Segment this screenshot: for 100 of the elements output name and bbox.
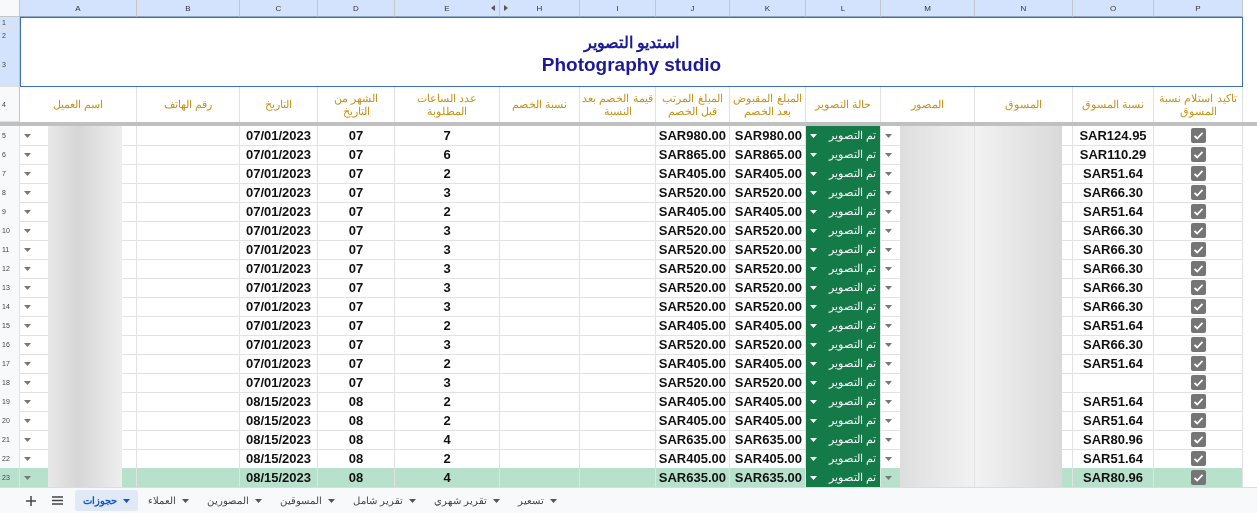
table-cell[interactable] [881, 316, 975, 336]
column-header[interactable]: J [656, 0, 730, 17]
table-cell[interactable] [20, 392, 137, 412]
table-cell[interactable] [881, 278, 975, 298]
caret-icon[interactable] [24, 171, 31, 176]
checkbox[interactable] [1190, 242, 1206, 257]
caret-icon[interactable] [885, 285, 892, 290]
arrow-left-icon[interactable] [491, 5, 495, 11]
caret-icon[interactable] [885, 437, 892, 442]
sheet-tab[interactable]: تقرير شامل [345, 490, 424, 511]
caret-icon[interactable] [810, 418, 817, 423]
column-header[interactable]: C [240, 0, 318, 17]
checkbox[interactable] [1190, 318, 1206, 333]
checkbox[interactable] [1190, 299, 1206, 314]
caret-icon[interactable] [24, 190, 31, 195]
status-dropdown[interactable]: تم التصوير [806, 430, 881, 450]
caret-icon[interactable] [885, 228, 892, 233]
caret-icon[interactable] [885, 361, 892, 366]
caret-icon[interactable] [885, 304, 892, 309]
table-cell[interactable] [20, 221, 137, 241]
caret-icon[interactable] [810, 209, 817, 214]
caret-icon[interactable] [810, 399, 817, 404]
column-header[interactable]: M [881, 0, 975, 17]
column-header[interactable]: I [580, 0, 656, 17]
caret-icon[interactable] [810, 171, 817, 176]
table-cell[interactable] [881, 468, 975, 487]
column-header[interactable]: K [730, 0, 806, 17]
column-header[interactable]: A [20, 0, 137, 17]
caret-icon[interactable] [810, 304, 817, 309]
table-cell[interactable] [20, 354, 137, 374]
table-cell[interactable] [20, 126, 137, 146]
checkbox[interactable] [1190, 261, 1206, 276]
caret-icon[interactable] [885, 266, 892, 271]
status-dropdown[interactable]: تم التصوير [806, 240, 881, 260]
column-header[interactable]: H [500, 0, 580, 17]
caret-icon[interactable] [24, 133, 31, 138]
caret-icon[interactable] [24, 304, 31, 309]
table-cell[interactable] [20, 373, 137, 393]
table-cell[interactable] [881, 297, 975, 317]
caret-icon[interactable] [810, 342, 817, 347]
status-dropdown[interactable]: تم التصوير [806, 221, 881, 241]
status-dropdown[interactable]: تم التصوير [806, 259, 881, 279]
caret-icon[interactable] [24, 456, 31, 461]
table-cell[interactable] [20, 164, 137, 184]
caret-icon[interactable] [24, 361, 31, 366]
status-dropdown[interactable]: تم التصوير [806, 297, 881, 317]
checkbox[interactable] [1190, 204, 1206, 219]
table-cell[interactable] [881, 354, 975, 374]
status-dropdown[interactable]: تم التصوير [806, 354, 881, 374]
sheet-tab[interactable]: المصورين [199, 490, 270, 511]
checkbox[interactable] [1190, 185, 1206, 200]
caret-icon[interactable] [24, 247, 31, 252]
table-cell[interactable] [881, 221, 975, 241]
column-header[interactable]: B [137, 0, 240, 17]
table-cell[interactable] [881, 240, 975, 260]
table-cell[interactable] [20, 430, 137, 450]
checkbox[interactable] [1190, 470, 1206, 485]
caret-icon[interactable] [885, 247, 892, 252]
status-dropdown[interactable]: تم التصوير [806, 316, 881, 336]
sheet-tab[interactable]: تقرير شهري [425, 490, 508, 511]
table-cell[interactable] [20, 316, 137, 336]
caret-icon[interactable] [810, 380, 817, 385]
caret-icon[interactable] [810, 247, 817, 252]
caret-icon[interactable] [24, 342, 31, 347]
table-cell[interactable] [881, 335, 975, 355]
checkbox[interactable] [1190, 413, 1206, 428]
status-dropdown[interactable]: تم التصوير [806, 202, 881, 222]
caret-icon[interactable] [810, 133, 817, 138]
caret-icon[interactable] [810, 323, 817, 328]
arrow-right-icon[interactable] [504, 5, 508, 11]
status-dropdown[interactable]: تم التصوير [806, 126, 881, 146]
checkbox[interactable] [1190, 394, 1206, 409]
status-dropdown[interactable]: تم التصوير [806, 411, 881, 431]
table-cell[interactable] [20, 468, 137, 487]
table-cell[interactable] [881, 202, 975, 222]
checkbox[interactable] [1190, 356, 1206, 371]
caret-icon[interactable] [810, 152, 817, 157]
caret-icon[interactable] [810, 266, 817, 271]
checkbox[interactable] [1190, 166, 1206, 181]
caret-icon[interactable] [810, 228, 817, 233]
status-dropdown[interactable]: تم التصوير [806, 183, 881, 203]
caret-icon[interactable] [810, 456, 817, 461]
caret-icon[interactable] [885, 342, 892, 347]
table-cell[interactable] [20, 145, 137, 165]
caret-icon[interactable] [885, 475, 892, 480]
table-cell[interactable] [20, 297, 137, 317]
column-header[interactable]: N [975, 0, 1073, 17]
caret-icon[interactable] [885, 133, 892, 138]
table-cell[interactable] [881, 259, 975, 279]
table-cell[interactable] [20, 183, 137, 203]
caret-icon[interactable] [885, 209, 892, 214]
status-dropdown[interactable]: تم التصوير [806, 335, 881, 355]
sheet-tab[interactable]: العملاء [140, 490, 197, 511]
caret-icon[interactable] [24, 266, 31, 271]
column-header[interactable]: P [1154, 0, 1243, 17]
table-cell[interactable] [881, 126, 975, 146]
sheet-tab[interactable]: حجوزات [75, 490, 138, 511]
checkbox[interactable] [1190, 128, 1206, 143]
caret-icon[interactable] [24, 209, 31, 214]
caret-icon[interactable] [810, 361, 817, 366]
